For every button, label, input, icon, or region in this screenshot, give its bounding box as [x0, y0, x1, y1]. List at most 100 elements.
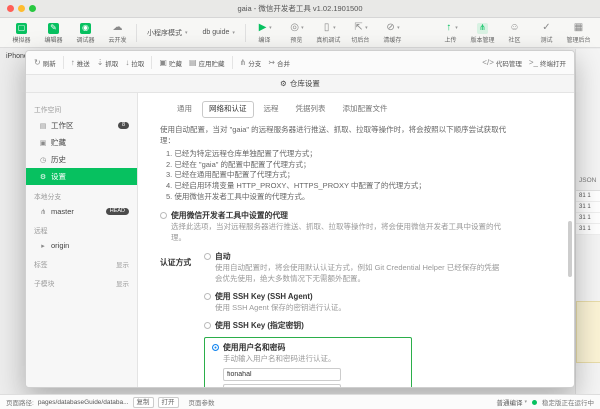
zoom-window-button[interactable] — [29, 5, 36, 12]
git-stash-button[interactable]: ▣ 贮藏 — [159, 58, 182, 68]
code-manage-label: 代码管理 — [496, 58, 522, 68]
upload-button[interactable]: ↑▾ 上传 — [437, 22, 464, 44]
git-fetch-button[interactable]: ⇣ 抓取 — [97, 58, 119, 68]
preview-button[interactable]: ◎▾ 预览 — [283, 22, 310, 44]
tab-general[interactable]: 通用 — [170, 101, 199, 118]
submodules-show-toggle[interactable]: 显示 — [116, 278, 129, 288]
titlebar: gaia - 微信开发者工具 v1.02.1901500 — [0, 0, 600, 18]
sidebar-item-stash[interactable]: ▣ 贮藏 — [26, 134, 137, 151]
clear-cache-button[interactable]: ⊘▾ 清缓存 — [379, 22, 406, 44]
git-merge-button[interactable]: ↣ 合并 — [268, 58, 290, 68]
page-params-link[interactable]: 页面参数 — [189, 397, 215, 407]
open-terminal-button[interactable]: >_ 终端打开 — [529, 58, 566, 68]
minimize-window-button[interactable] — [18, 5, 25, 12]
sidebar-item-remote-origin[interactable]: ▸ origin — [26, 238, 137, 253]
password-field[interactable] — [223, 384, 341, 387]
change-count-badge: 8 — [118, 122, 129, 130]
git-branch-label: 分支 — [248, 58, 261, 68]
debugger-row: 31 1 — [576, 213, 600, 224]
proxy-order-item: 3. 已经在通用配置中配置了代理方式； — [166, 170, 558, 181]
open-path-button[interactable]: 打开 — [158, 397, 179, 408]
radio-icon[interactable] — [204, 293, 211, 300]
toolbar-separator — [136, 24, 137, 42]
username-field[interactable] — [223, 368, 341, 381]
history-icon: ◷ — [39, 156, 47, 164]
admin-console-button[interactable]: ▦ 管理后台 — [565, 22, 592, 44]
debugger-row: 31 1 — [576, 202, 600, 213]
cloud-icon: ☁ — [112, 23, 123, 34]
git-push-label: 推送 — [77, 58, 90, 68]
radio-icon[interactable] — [204, 253, 211, 260]
status-bar-right: 普通编译 ▾ 稳定版正在运行中 — [496, 397, 594, 407]
git-push-button[interactable]: ↑ 推送 — [71, 58, 90, 68]
sidebar-item-history[interactable]: ◷ 历史 — [26, 151, 137, 168]
sidebar-item-branch-master[interactable]: ⋔ master HEAD — [26, 204, 137, 219]
push-icon: ↑ — [71, 58, 75, 67]
admin-console-icon: ▦ — [573, 23, 584, 34]
device-debug-icon: ▯ — [321, 23, 332, 34]
sidebar-item-working-tree[interactable]: ▤ 工作区 8 — [26, 117, 137, 134]
close-window-button[interactable] — [7, 5, 14, 12]
preview-icon: ◎ — [289, 23, 300, 34]
git-pull-button[interactable]: ↓ 拉取 — [125, 58, 144, 68]
code-manage-button[interactable]: </> 代码管理 — [482, 58, 522, 68]
git-refresh-button[interactable]: ↻ 刷新 — [34, 58, 56, 68]
debugger-button[interactable]: ◉ 调试器 — [72, 22, 99, 44]
tab-network-auth[interactable]: 网络和认证 — [202, 101, 254, 118]
chevron-down-icon: ▾ — [269, 25, 272, 31]
auth-options: 自动 使用自动配置时，将会使用默认认证方式，例如 Git Credential … — [204, 251, 504, 387]
git-refresh-label: 刷新 — [43, 58, 56, 68]
debugger-icon: ◉ — [80, 23, 91, 34]
head-badge: HEAD — [106, 208, 129, 216]
auth-section: 认证方式 自动 使用自动配置时，将会使用默认认证方式，例如 Git Creden… — [160, 251, 558, 387]
auth-option-ssh-key-radio[interactable]: 使用 SSH Key (指定密钥) — [204, 320, 504, 331]
git-branch-button[interactable]: ⋔ 分支 — [240, 58, 262, 68]
tags-show-toggle[interactable]: 显示 — [116, 259, 129, 269]
editor-button[interactable]: ✎ 编辑器 — [40, 22, 67, 44]
auth-option-ssh-agent-radio[interactable]: 使用 SSH Key (SSH Agent) — [204, 291, 504, 302]
auth-option-password-radio[interactable]: 使用用户名和密码 — [212, 342, 404, 353]
settings-scrollbar[interactable] — [568, 221, 572, 277]
page-path-value: pages/databaseGuide/databa... — [38, 399, 129, 406]
git-toolbar-separator — [232, 56, 233, 69]
auth-section-label: 认证方式 — [160, 251, 204, 387]
test-button[interactable]: ✓ 测试 — [533, 22, 560, 44]
proxy-option-radio[interactable]: 使用微信开发者工具中设置的代理 — [160, 210, 558, 221]
version-control-button[interactable]: ⋔ 版本管理 — [469, 22, 496, 44]
gear-icon: ⚙ — [280, 79, 287, 88]
debugger-row: 31 1 — [576, 224, 600, 235]
tab-credentials[interactable]: 凭据列表 — [289, 101, 333, 118]
cloud-dev-button[interactable]: ☁ 云开发 — [104, 22, 131, 44]
compile-button[interactable]: ▶▾ 编译 — [251, 22, 278, 44]
debugger-label: 调试器 — [76, 35, 94, 44]
project-select[interactable]: db guide ▾ — [198, 27, 240, 38]
workspace-icon: ▤ — [39, 122, 47, 130]
mode-select[interactable]: 小程序模式 ▾ — [142, 26, 193, 40]
auth-option-ssh-agent-desc: 使用 SSH Agent 保存的密钥进行认证。 — [215, 303, 504, 314]
background-switch-button[interactable]: ⇱▾ 切后台 — [347, 22, 374, 44]
workspace-section-header: 工作空间 — [26, 101, 137, 117]
status-dot-icon — [532, 400, 537, 405]
device-debug-button[interactable]: ▯▾ 真机调试 — [315, 22, 342, 44]
chevron-down-icon: ▾ — [397, 25, 400, 31]
git-merge-label: 合并 — [277, 58, 290, 68]
copy-path-button[interactable]: 复制 — [133, 397, 154, 408]
tab-remote[interactable]: 远程 — [257, 101, 286, 118]
chevron-down-icon: ▾ — [232, 30, 235, 36]
radio-icon[interactable] — [160, 212, 167, 219]
tab-add-config[interactable]: 添加配置文件 — [336, 101, 395, 118]
community-button[interactable]: ☺ 社区 — [501, 22, 528, 44]
radio-icon[interactable] — [204, 322, 211, 329]
auth-option-auto-radio[interactable]: 自动 — [204, 251, 504, 262]
chevron-down-icon: ▾ — [365, 25, 368, 31]
simulator-button[interactable]: ▢ 模拟器 — [8, 22, 35, 44]
version-control-label: 版本管理 — [470, 35, 494, 44]
compile-mode-select[interactable]: 普通编译 ▾ — [496, 397, 527, 407]
version-status-text: 稳定版正在运行中 — [542, 397, 594, 407]
submodules-section-header: 子模块 显示 — [26, 275, 137, 291]
radio-checked-icon[interactable] — [212, 344, 219, 351]
chevron-down-icon: ▾ — [185, 30, 188, 36]
cloud-dev-label: 云开发 — [108, 35, 126, 44]
git-apply-stash-button[interactable]: ▤ 应用贮藏 — [189, 58, 225, 68]
sidebar-item-settings[interactable]: ⚙ 设置 — [26, 168, 137, 185]
